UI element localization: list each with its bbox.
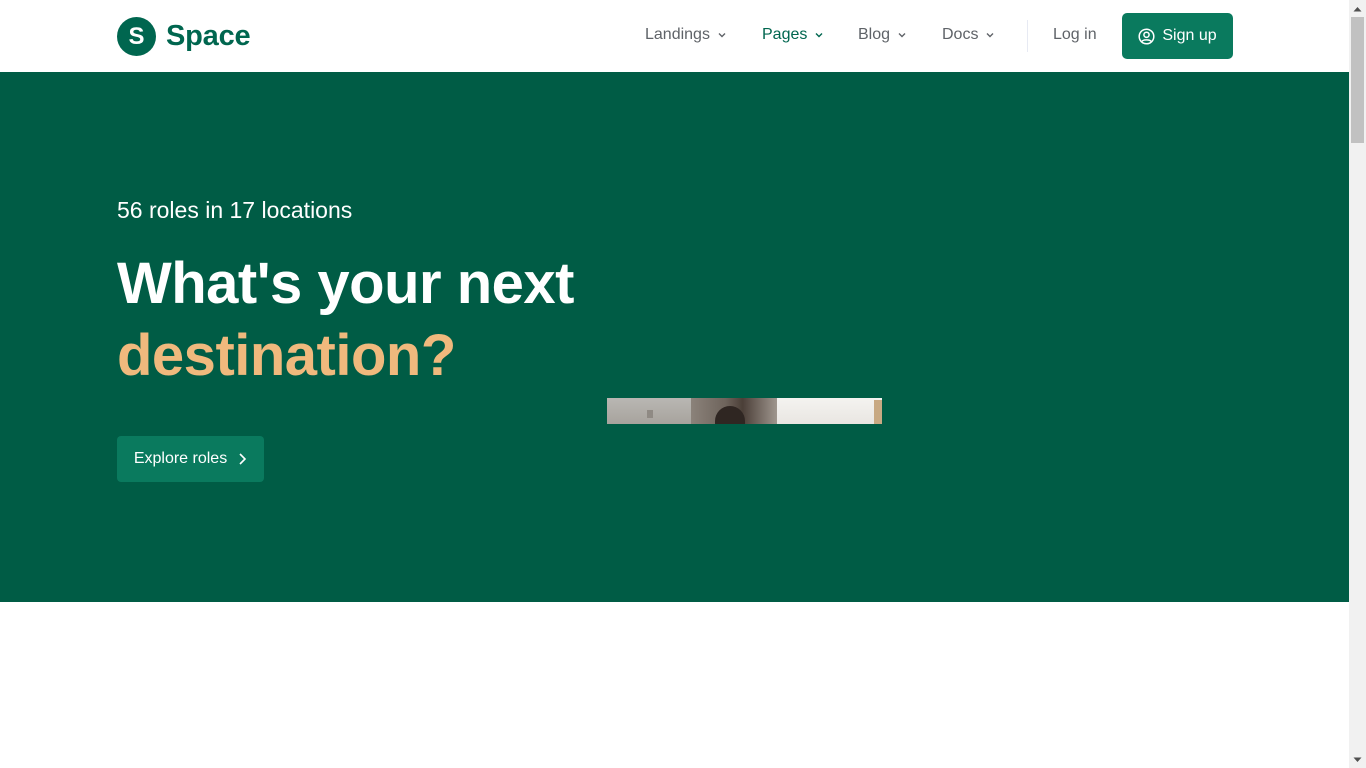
user-circle-icon <box>1138 27 1155 45</box>
scroll-up-icon[interactable] <box>1349 0 1366 17</box>
next-section-heading-clipped <box>117 757 677 768</box>
hero-image-segment <box>607 398 691 424</box>
hero-eyebrow: 56 roles in 17 locations <box>117 197 353 223</box>
chevron-down-icon <box>898 33 906 38</box>
chevron-right-icon <box>239 453 247 465</box>
hero-image <box>607 398 882 424</box>
hero-image-segment <box>777 398 882 424</box>
brand-badge: S <box>117 17 156 56</box>
nav-item-landings[interactable]: Landings <box>645 26 727 44</box>
brand-name: Space <box>166 20 251 52</box>
signup-button[interactable]: Sign up <box>1122 13 1233 59</box>
nav-item-label: Docs <box>942 26 979 43</box>
nav-item-pages[interactable]: Pages <box>762 26 824 44</box>
nav-divider <box>1027 20 1028 52</box>
chevron-down-icon <box>718 33 726 38</box>
login-link[interactable]: Log in <box>1053 26 1097 44</box>
chevron-down-icon <box>815 33 823 38</box>
explore-roles-label: Explore roles <box>133 450 228 467</box>
explore-roles-button[interactable]: Explore roles <box>117 436 264 482</box>
nav-item-label: Landings <box>645 26 710 43</box>
navbar: S Space Landings Pages Blog Docs Log in … <box>0 0 1349 72</box>
signup-label: Sign up <box>1162 27 1217 44</box>
page-scrollbar[interactable] <box>1349 0 1366 768</box>
hero-image-segment <box>691 398 777 424</box>
hero-title-line1: What's your next <box>117 251 574 316</box>
nav-item-blog[interactable]: Blog <box>858 26 907 44</box>
nav-item-label: Blog <box>858 26 891 43</box>
nav-item-label: Pages <box>762 26 808 43</box>
scroll-down-icon[interactable] <box>1349 751 1366 768</box>
hero-title-line2: destination? <box>117 323 456 388</box>
brand-logo[interactable]: S Space <box>117 17 251 56</box>
chevron-down-icon <box>986 33 994 38</box>
scroll-thumb[interactable] <box>1351 17 1364 143</box>
hero-title: What's your next destination? <box>117 248 574 392</box>
nav-item-docs[interactable]: Docs <box>942 26 995 44</box>
hero-section: 56 roles in 17 locations What's your nex… <box>0 72 1349 602</box>
